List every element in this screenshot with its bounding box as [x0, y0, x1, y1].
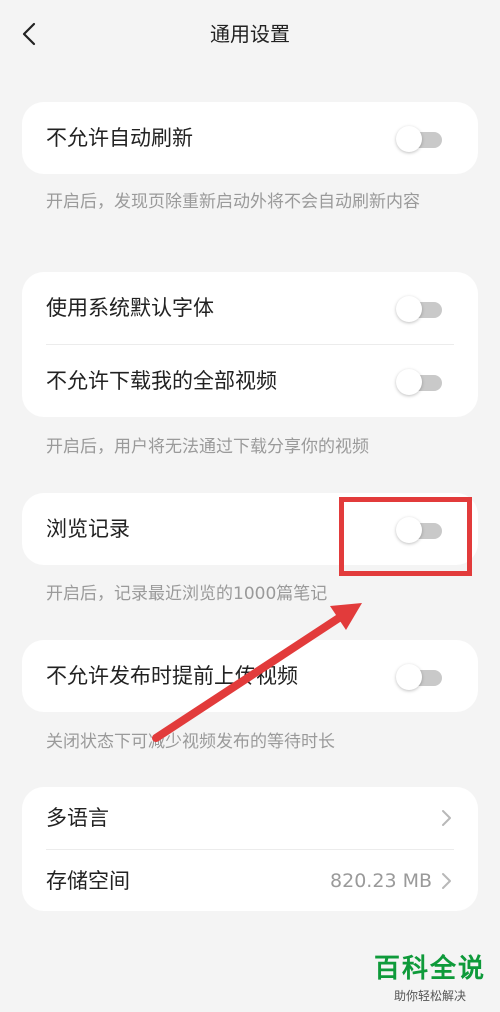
link-label: 存储空间 — [46, 869, 130, 893]
settings-card-upload: 不允许发布时提前上传视频 — [22, 640, 478, 712]
browse-history-hint: 开启后，记录最近浏览的1000篇笔记 — [46, 584, 328, 604]
setting-row-auto-refresh[interactable]: 不允许自动刷新 — [22, 102, 478, 174]
link-label: 多语言 — [46, 806, 109, 830]
toggle-knob — [396, 369, 422, 395]
chevron-right-icon — [442, 810, 451, 826]
system-font-toggle[interactable] — [396, 296, 442, 322]
disable-download-toggle[interactable] — [396, 369, 442, 395]
toggle-knob — [396, 296, 422, 322]
pre-upload-hint: 关闭状态下可减少视频发布的等待时长 — [46, 732, 335, 752]
setting-label: 不允许自动刷新 — [46, 126, 193, 150]
setting-label: 使用系统默认字体 — [46, 296, 214, 320]
toggle-knob — [396, 664, 422, 690]
auto-refresh-hint: 开启后，发现页除重新启动外将不会自动刷新内容 — [46, 192, 420, 212]
setting-row-pre-upload[interactable]: 不允许发布时提前上传视频 — [22, 640, 478, 712]
setting-label: 浏览记录 — [46, 517, 130, 541]
setting-row-system-font[interactable]: 使用系统默认字体 — [22, 272, 478, 344]
chevron-right-icon — [442, 873, 451, 889]
setting-row-disable-download[interactable]: 不允许下载我的全部视频 — [22, 345, 478, 417]
setting-label: 不允许下载我的全部视频 — [46, 369, 277, 393]
settings-card-auto-refresh: 不允许自动刷新 — [22, 102, 478, 174]
link-row-language[interactable]: 多语言 — [22, 787, 478, 849]
toggle-knob — [396, 126, 422, 152]
setting-label: 不允许发布时提前上传视频 — [46, 664, 298, 688]
watermark-subtitle: 助你轻松解决 — [393, 989, 466, 1003]
link-row-storage[interactable]: 存储空间 820.23 MB — [22, 850, 478, 912]
auto-refresh-toggle[interactable] — [396, 126, 442, 152]
settings-card-links: 多语言 存储空间 820.23 MB — [22, 787, 478, 911]
download-hint: 开启后，用户将无法通过下载分享你的视频 — [46, 437, 369, 457]
app-header: 通用设置 — [0, 0, 500, 66]
watermark-title: 百科全说 — [373, 954, 486, 984]
storage-size-value: 820.23 MB — [330, 870, 432, 892]
annotation-highlight-box — [339, 497, 472, 576]
watermark-logo: 百科全说 助你轻松解决 — [374, 948, 486, 1004]
settings-card-font-download: 使用系统默认字体 不允许下载我的全部视频 — [22, 272, 478, 417]
page-title: 通用设置 — [210, 22, 290, 46]
pre-upload-toggle[interactable] — [396, 664, 442, 690]
